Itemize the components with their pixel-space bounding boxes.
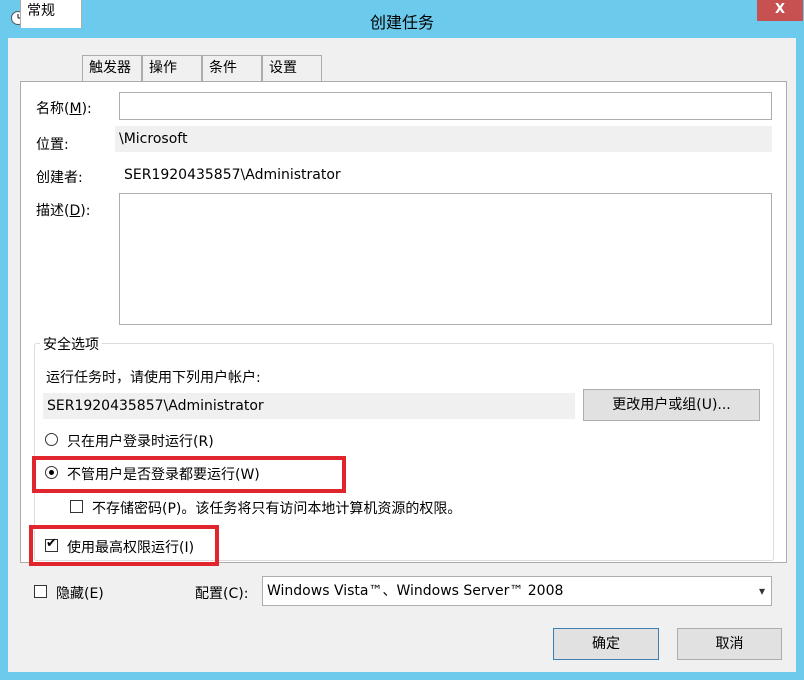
hidden-checkbox[interactable] <box>34 585 47 598</box>
change-user-button[interactable]: 更改用户或组(U)... <box>583 389 760 421</box>
security-options-title: 安全选项 <box>40 334 102 354</box>
tab-label: 设置 <box>269 60 297 76</box>
run-only-logged-on-radio[interactable] <box>45 433 58 446</box>
do-not-store-password-checkbox[interactable] <box>70 500 83 513</box>
author-value: SER1920435857\Administrator <box>124 167 341 183</box>
do-not-store-password-label[interactable]: 不存储密码(P)。该任务将只有访问本地计算机资源的权限。 <box>92 498 461 518</box>
configure-value: Windows Vista™、Windows Server™ 2008 <box>267 583 564 599</box>
hidden-label[interactable]: 隐藏(E) <box>56 583 104 603</box>
description-label: 描述(D): <box>36 203 91 219</box>
configure-label: 配置(C): <box>195 586 249 602</box>
configure-dropdown[interactable]: Windows Vista™、Windows Server™ 2008 ▾ <box>262 576 772 606</box>
tab-label: 触发器 <box>89 60 131 76</box>
description-input[interactable] <box>119 193 772 325</box>
highlight-box-run-whether-logged <box>32 456 346 493</box>
tab-label: 条件 <box>209 60 237 76</box>
tab-general[interactable]: 常规 <box>20 0 82 28</box>
name-label: 名称(M): <box>36 101 92 117</box>
location-value: \Microsoft <box>115 126 772 152</box>
tab-label: 操作 <box>149 60 177 76</box>
title-bar[interactable]: 创建任务 X <box>0 0 804 38</box>
window-title: 创建任务 <box>369 13 434 32</box>
create-task-dialog: 创建任务 X 常规 触发器 操作 条件 设置 名称(M): 位置: \Micro… <box>0 0 804 680</box>
tab-conditions[interactable]: 条件 <box>202 55 262 82</box>
close-button[interactable]: X <box>757 0 803 21</box>
run-only-logged-on-label[interactable]: 只在用户登录时运行(R) <box>67 431 214 451</box>
cancel-button[interactable]: 取消 <box>677 628 782 660</box>
ok-button[interactable]: 确定 <box>553 628 659 660</box>
chevron-down-icon: ▾ <box>758 584 765 598</box>
user-account-value: SER1920435857\Administrator <box>43 393 575 419</box>
run-as-prompt: 运行任务时，请使用下列用户帐户: <box>46 370 261 386</box>
tab-triggers[interactable]: 触发器 <box>82 55 142 82</box>
tab-actions[interactable]: 操作 <box>142 55 202 82</box>
highlight-box-run-highest <box>29 525 219 566</box>
author-label: 创建者: <box>36 170 83 186</box>
name-input[interactable] <box>119 92 772 120</box>
location-label: 位置: <box>36 137 69 153</box>
tab-settings[interactable]: 设置 <box>262 55 322 82</box>
tab-label: 常规 <box>27 3 55 19</box>
